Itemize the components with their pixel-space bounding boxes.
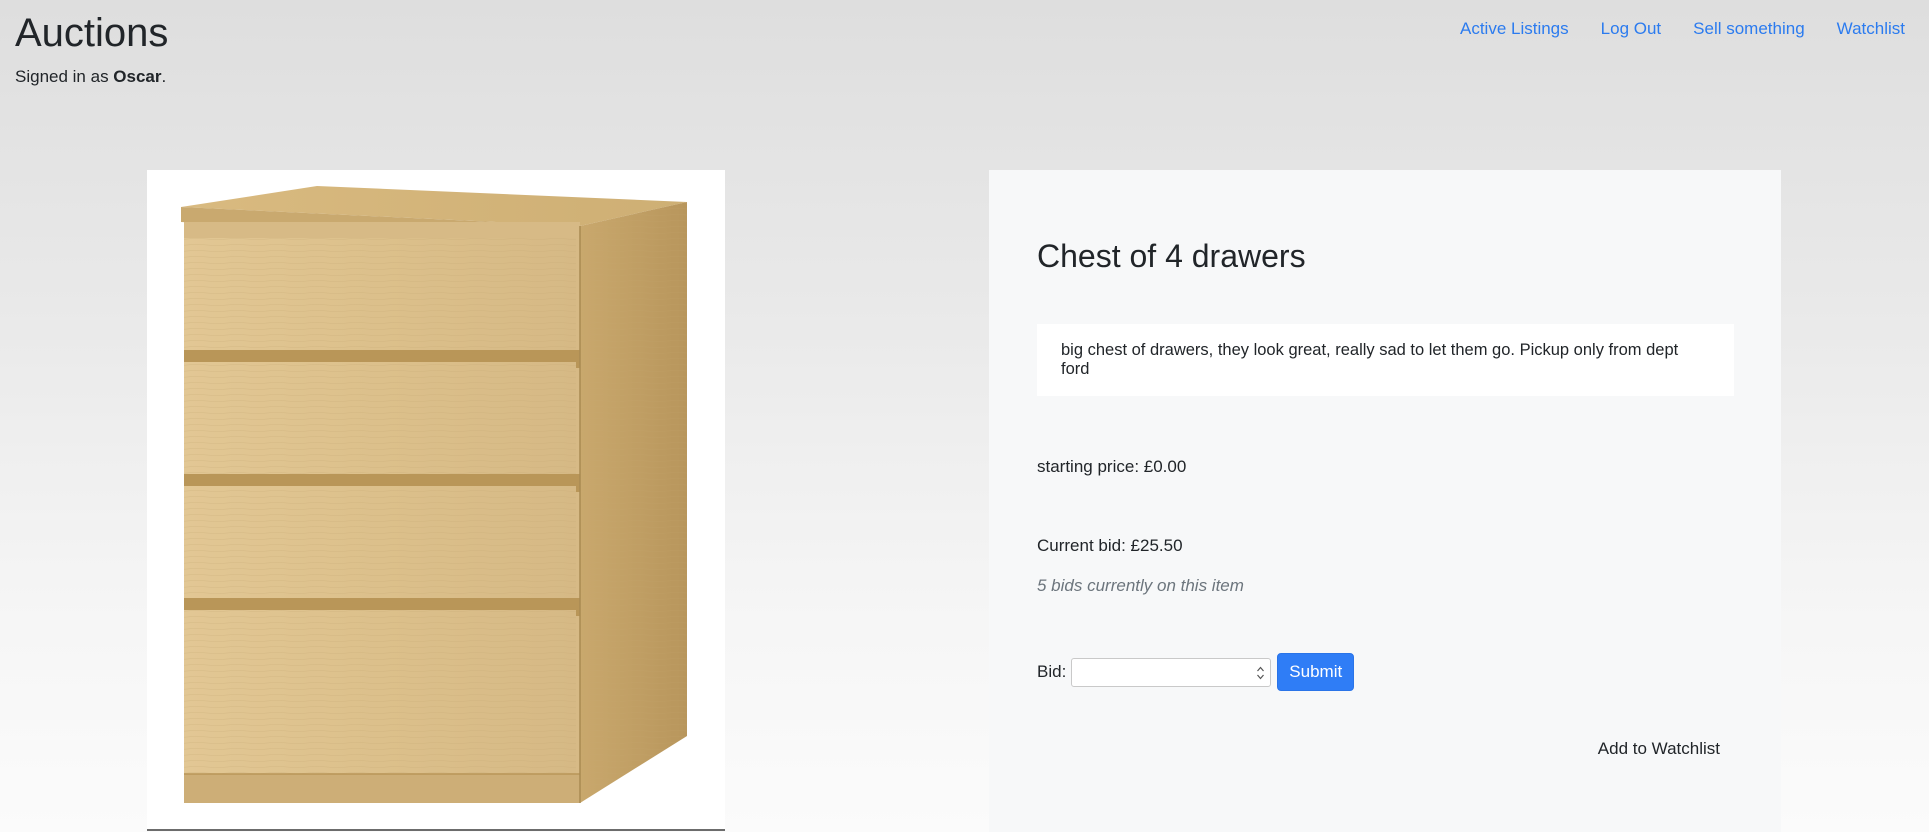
username: Oscar	[113, 67, 162, 86]
signed-in-prefix: Signed in as	[15, 67, 114, 86]
top-nav: Active Listings Log Out Sell something W…	[1444, 18, 1905, 40]
bid-input-wrapper	[1071, 657, 1272, 687]
current-bid: Current bid: £25.50	[1037, 536, 1183, 555]
signed-in-text: Signed in as Oscar.	[15, 66, 166, 88]
bid-form: Bid: Submit	[1037, 653, 1355, 691]
drawer-fronts	[184, 238, 580, 774]
nav-watchlist[interactable]: Watchlist	[1821, 18, 1905, 40]
bid-amount-input[interactable]	[1072, 658, 1271, 686]
number-spinner-icon[interactable]	[1256, 665, 1265, 681]
bid-label: Bid:	[1037, 662, 1067, 681]
submit-bid-button[interactable]: Submit	[1277, 653, 1355, 691]
site-title: Auctions	[15, 11, 169, 55]
starting-price: starting price: £0.00	[1037, 457, 1187, 476]
listing-details: Chest of 4 drawers big chest of drawers,…	[989, 170, 1781, 832]
signed-in-suffix: .	[161, 67, 167, 86]
nav-sell-something[interactable]: Sell something	[1677, 18, 1821, 40]
nav-log-out[interactable]: Log Out	[1585, 18, 1678, 40]
listing-description: big chest of drawers, they look great, r…	[1037, 324, 1734, 396]
bids-count: 5 bids currently on this item	[1037, 576, 1244, 595]
listing-image	[147, 170, 725, 831]
listing-title: Chest of 4 drawers	[1037, 238, 1306, 274]
add-to-watchlist-button[interactable]: Add to Watchlist	[1598, 738, 1720, 760]
chest-of-drawers-image	[181, 186, 687, 803]
nav-active-listings[interactable]: Active Listings	[1444, 18, 1585, 40]
